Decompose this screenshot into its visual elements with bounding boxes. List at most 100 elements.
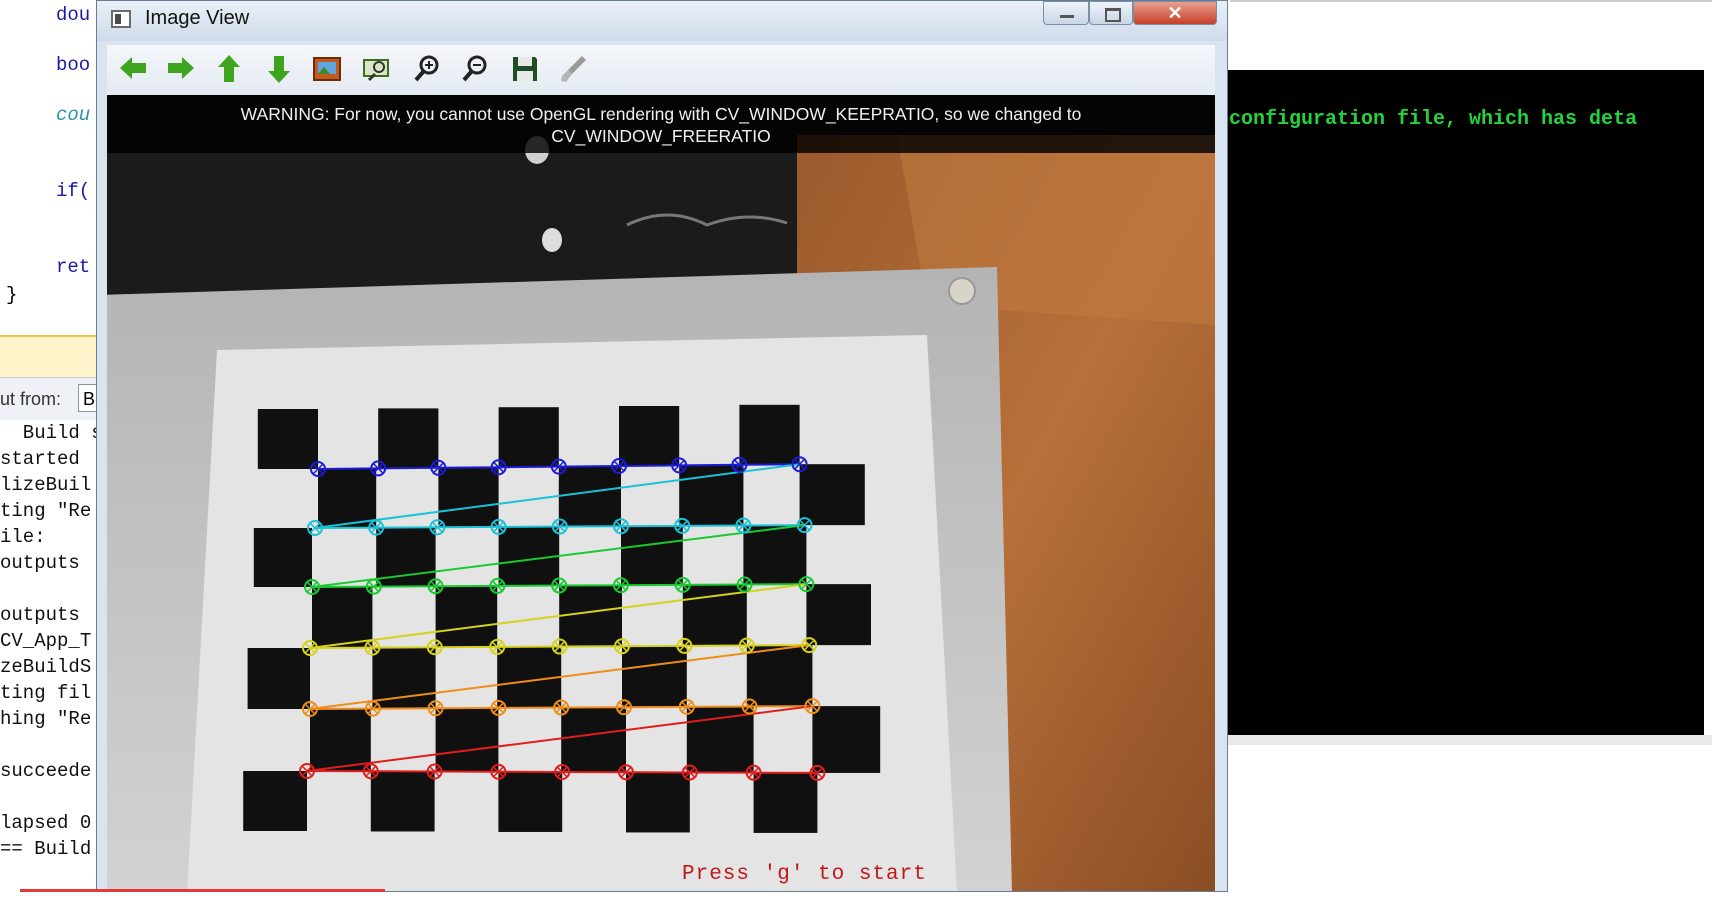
editor-status-bar [0, 335, 100, 377]
chessboard-square [626, 772, 690, 832]
opengl-warning: WARNING: For now, you cannot use OpenGL … [107, 95, 1215, 153]
chessboard-square [806, 584, 871, 645]
output-line: == Build [0, 838, 91, 860]
corner-connection [679, 465, 739, 466]
output-line: Build s [0, 422, 100, 444]
corner-connection [499, 467, 559, 468]
zoom-area-icon [360, 52, 394, 86]
zoom-in-button[interactable] [405, 49, 449, 89]
code-line: boo [56, 54, 90, 76]
corner-connection [438, 467, 498, 468]
chessboard-square [812, 706, 880, 773]
code-line: ret [56, 256, 90, 278]
maximize-button[interactable] [1089, 1, 1133, 25]
chessboard-square [621, 526, 683, 585]
chessboard-square [559, 467, 621, 527]
warning-line-1: WARNING: For now, you cannot use OpenGL … [107, 103, 1215, 125]
code-line: } [6, 284, 17, 306]
chessboard-square [436, 586, 498, 647]
chessboard-square [619, 406, 679, 466]
press-g-prompt: Press 'g' to start [682, 863, 927, 886]
image-viewport[interactable]: WARNING: For now, you cannot use OpenGL … [107, 95, 1215, 892]
output-from-label: ut from: [0, 389, 61, 410]
corner-connection [619, 465, 679, 466]
chessboard-square [248, 648, 310, 709]
window-app-icon [111, 10, 131, 28]
desktop-area [1228, 735, 1712, 902]
code-line: dou [56, 4, 90, 26]
chessboard-square [438, 468, 498, 527]
console-titlebar [1230, 0, 1712, 72]
output-line: ile: [0, 526, 46, 548]
save-button[interactable] [503, 49, 547, 89]
plate-screw [949, 278, 975, 304]
zoom-in-icon [410, 52, 444, 86]
window-titlebar[interactable]: Image View ✕ [97, 1, 1227, 41]
close-button[interactable]: ✕ [1133, 1, 1217, 25]
chessboard-square [243, 771, 307, 831]
chessboard-square [318, 469, 376, 528]
chessboard-square [743, 525, 806, 584]
zoom-out-icon [458, 52, 492, 86]
chessboard-square [378, 408, 438, 468]
corner-connection [378, 468, 438, 469]
window-title: Image View [145, 7, 249, 30]
chessboard-square [559, 586, 622, 647]
chessboard-square [310, 709, 371, 771]
pan-down-button[interactable] [257, 49, 301, 89]
output-panel[interactable]: Build sstartedlizeBuilting "Reile:output… [0, 420, 100, 892]
chessboard-square [371, 771, 435, 831]
chessboard-square [687, 707, 754, 773]
output-line: hing "Re [0, 708, 91, 730]
chessboard-square [800, 464, 865, 525]
chessboard-square [499, 407, 559, 467]
save-icon [508, 52, 542, 86]
output-line: started [0, 448, 80, 470]
chessboard-square [739, 405, 799, 465]
image-view-window[interactable]: Image View ✕ [96, 0, 1228, 892]
properties-button[interactable] [551, 49, 595, 89]
code-line: if( [56, 180, 90, 202]
output-line: CV_App_T [0, 630, 91, 652]
chessboard-square [622, 646, 687, 707]
image-icon [310, 52, 344, 86]
image-toolbar [107, 45, 1215, 96]
chessboard-square [679, 465, 743, 525]
corner-connection [318, 468, 378, 469]
console-text: configuration file, which has deta [1229, 108, 1637, 131]
shirt-button [542, 228, 562, 252]
camera-frame [107, 95, 1215, 892]
arrow-right-icon [164, 52, 198, 86]
output-line: zeBuildS [0, 656, 91, 678]
corner-connection [559, 466, 619, 467]
warning-line-2: CV_WINDOW_FREERATIO [107, 125, 1215, 147]
arrow-down-icon [262, 52, 296, 86]
chessboard-square [498, 772, 562, 832]
output-line: succeede [0, 760, 91, 782]
output-line: outputs [0, 552, 80, 574]
zoom-fit-button[interactable] [355, 49, 399, 89]
close-icon: ✕ [1167, 3, 1182, 23]
chessboard-square [258, 409, 318, 469]
pan-up-button[interactable] [207, 49, 251, 89]
pan-right-button[interactable] [159, 49, 203, 89]
zoom-out-button[interactable] [453, 49, 497, 89]
output-header: ut from: B [0, 377, 100, 420]
chessboard-square [312, 587, 372, 648]
chessboard-square [561, 708, 626, 773]
minimize-button[interactable] [1043, 1, 1089, 25]
arrow-left-icon [116, 52, 150, 86]
chessboard-square [254, 528, 312, 587]
output-line: ting "Re [0, 500, 91, 522]
output-line: lapsed 0 [0, 812, 91, 834]
zoom-original-button[interactable] [305, 49, 349, 89]
chessboard-square [747, 645, 813, 706]
pan-left-button[interactable] [111, 49, 155, 89]
code-editor[interactable]: douboocouif(ret} [0, 0, 100, 335]
console-window[interactable]: configuration file, which has deta [1228, 70, 1704, 735]
output-line: ting fil [0, 682, 91, 704]
chessboard-square [436, 708, 499, 771]
arrow-up-icon [212, 52, 246, 86]
output-line: outputs [0, 604, 80, 626]
chessboard-square [754, 773, 818, 833]
